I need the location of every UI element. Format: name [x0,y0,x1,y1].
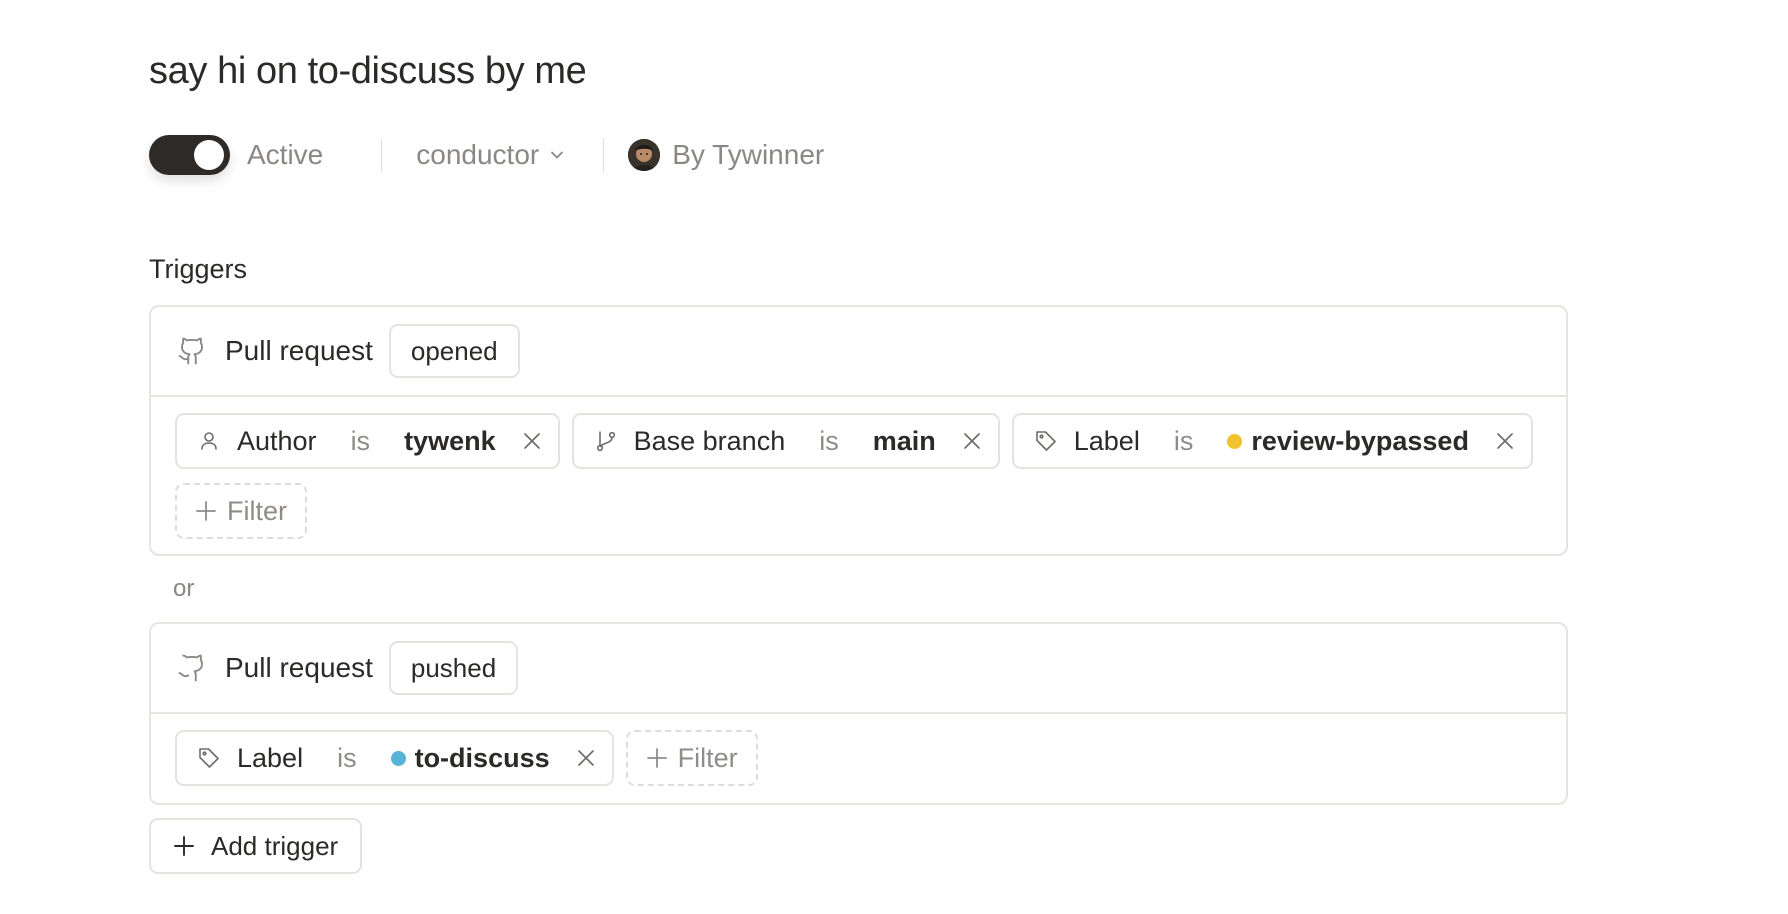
avatar [628,139,661,171]
close-icon[interactable] [576,748,596,768]
divider [603,138,605,172]
trigger-card: Pull request opened Author is tywenk Bas… [149,305,1568,556]
repository-name: conductor [416,139,540,170]
automation-meta-bar: Active conductor By Tywinner [149,134,1449,176]
trigger-card: Pull request pushed Label is to-discuss [149,622,1568,805]
filter-field: Label [1073,425,1140,456]
toggle-knob [194,140,224,170]
add-filter-label: Filter [677,742,738,773]
page-title: say hi on to-discuss by me [149,50,587,92]
status-label: Active [247,139,324,170]
add-trigger-button[interactable]: Add trigger [149,818,363,874]
add-trigger-label: Add trigger [211,830,339,861]
filter-value: tywenk [404,425,496,456]
filter-field: Author [237,425,317,456]
filter-list: Author is tywenk Base branch is main Lab… [151,397,1566,539]
chevron-down-icon [549,147,565,163]
filter-chip-author[interactable]: Author is tywenk [175,413,560,469]
tag-icon [197,746,221,770]
github-icon [177,336,207,366]
close-icon[interactable] [962,431,982,451]
repository-selector[interactable]: conductor [416,139,565,171]
trigger-event-select[interactable]: pushed [388,641,519,695]
add-filter-button[interactable]: Filter [625,730,758,786]
triggers-heading: Triggers [149,254,248,284]
filter-value: main [872,425,936,456]
close-icon[interactable] [522,431,542,451]
trigger-type: Pull request [225,652,373,683]
owner-name: By Tywinner [672,139,825,170]
close-icon[interactable] [1495,431,1515,451]
filter-list: Label is to-discuss Filter [151,714,1566,786]
trigger-event-select[interactable]: opened [388,324,520,378]
plus-icon [646,747,668,769]
person-icon [197,429,221,453]
filter-operator: is [337,742,357,773]
filter-operator: is [819,425,839,456]
or-separator: or [173,575,195,602]
label-color-dot [390,750,406,766]
trigger-header: Pull request opened [151,307,1566,397]
github-icon [177,653,207,683]
filter-operator: is [1173,425,1194,456]
divider [381,138,383,172]
filter-value: review-bypassed [1227,426,1469,457]
label-color-dot [1227,433,1243,449]
plus-icon [195,500,217,522]
filter-operator: is [350,425,371,456]
filter-chip-base-branch[interactable]: Base branch is main [571,413,1000,469]
tag-icon [1034,429,1058,453]
filter-field: Label [237,742,304,773]
active-toggle[interactable] [149,135,230,175]
owner-info: By Tywinner [628,139,824,171]
trigger-type: Pull request [225,335,373,366]
add-filter-button[interactable]: Filter [175,483,307,539]
git-branch-icon [594,429,618,453]
plus-icon [173,835,195,857]
filter-chip-label[interactable]: Label is review-bypassed [1011,413,1533,469]
filter-chip-label[interactable]: Label is to-discuss [175,730,614,786]
trigger-header: Pull request pushed [151,624,1566,714]
filter-field: Base branch [633,425,786,456]
filter-value: to-discuss [390,743,550,774]
add-filter-label: Filter [227,495,287,526]
